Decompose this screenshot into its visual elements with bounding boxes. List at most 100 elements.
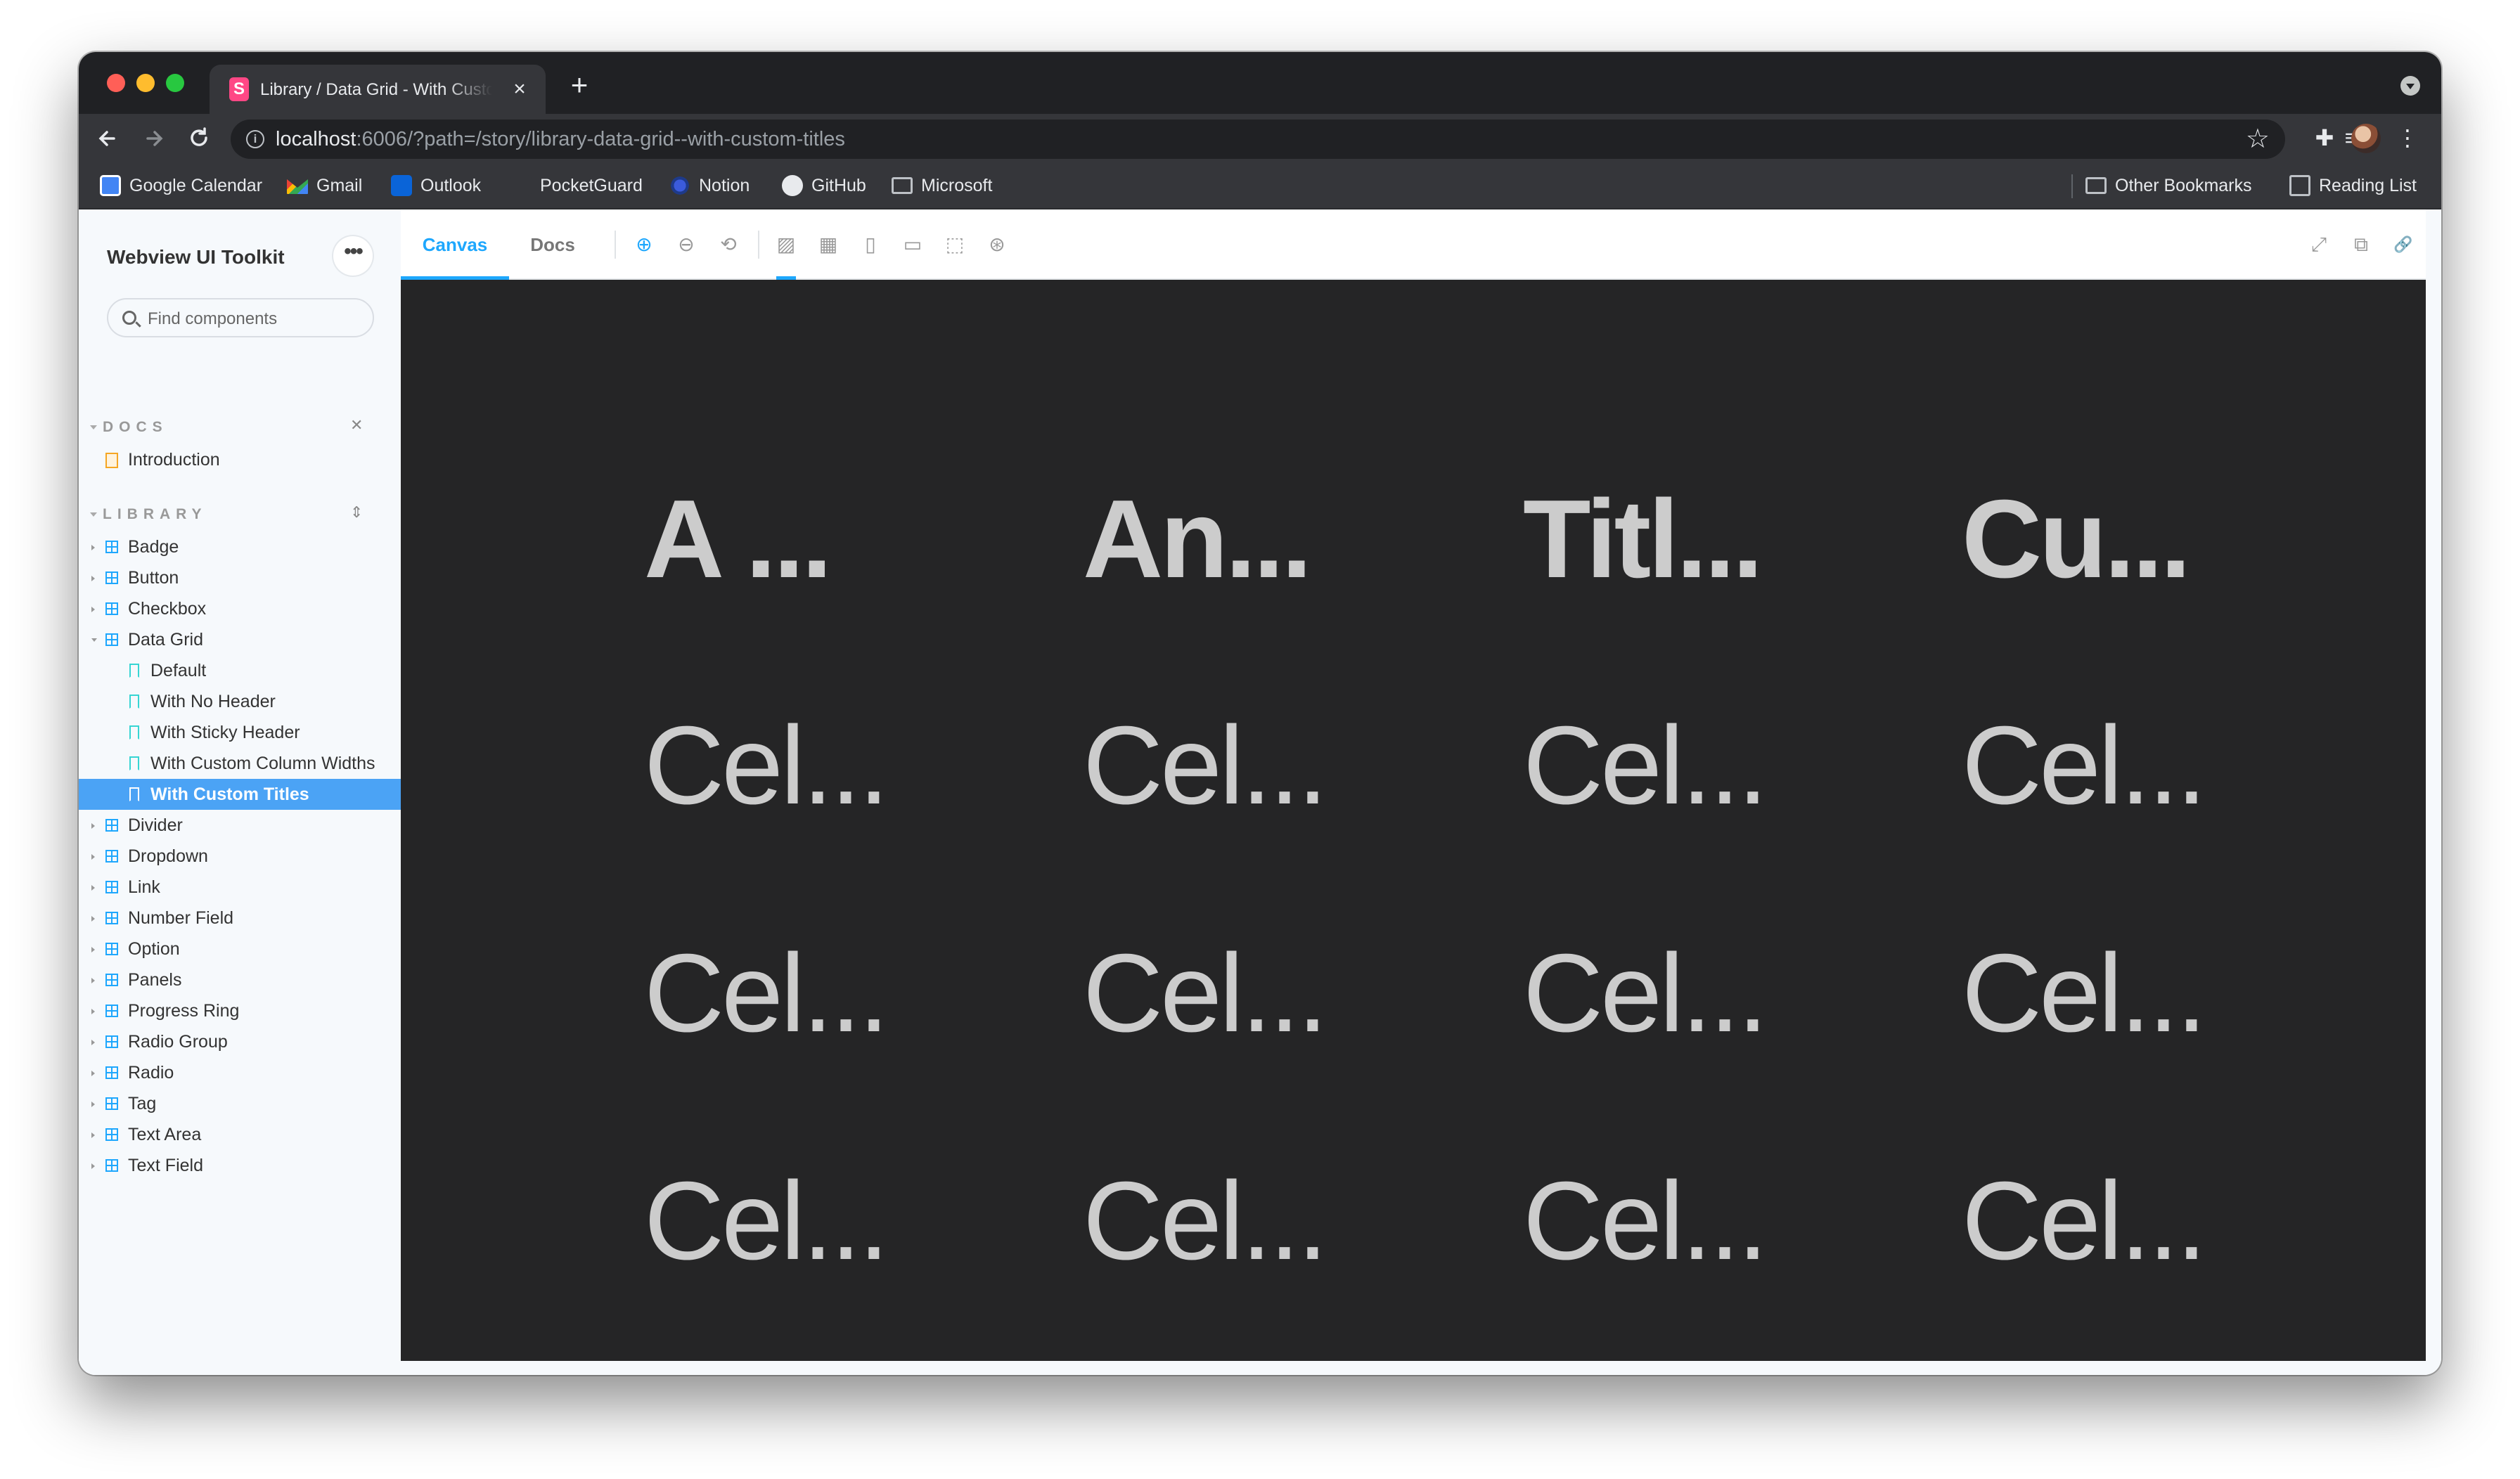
folder-icon <box>2085 177 2107 194</box>
sidebar-item-tag[interactable]: Tag <box>79 1088 401 1119</box>
fullscreen-icon[interactable]: ⤢ <box>2306 232 2332 257</box>
collapse-all-icon[interactable]: ✕ <box>350 416 363 434</box>
sidebar-item-progress-ring[interactable]: Progress Ring <box>79 995 401 1026</box>
grid-cell[interactable]: Cel... <box>644 938 889 1049</box>
grid-cell[interactable]: Cel... <box>644 710 889 821</box>
address-bar[interactable]: i localhost:6006/?path=/story/library-da… <box>231 120 2285 159</box>
browser-menu-icon[interactable]: ⋮ <box>2393 124 2422 152</box>
grid-cell[interactable]: Cel... <box>1962 710 2207 821</box>
tab-docs[interactable]: Docs <box>509 209 596 280</box>
other-bookmarks-folder[interactable]: Other Bookmarks <box>2085 173 2252 198</box>
column-header[interactable]: Titl... <box>1523 484 1763 595</box>
column-header[interactable]: A ... <box>644 484 832 595</box>
component-icon <box>105 1128 118 1141</box>
window-minimize-button[interactable] <box>136 74 155 92</box>
search-input[interactable]: Find components <box>107 298 374 337</box>
bookmark-github[interactable]: GitHub <box>782 173 866 198</box>
zoom-reset-icon[interactable]: ⟲ <box>716 232 741 257</box>
sidebar-story-with-sticky-header[interactable]: With Sticky Header <box>79 717 401 748</box>
bookmark-notion[interactable]: Notion <box>669 173 750 198</box>
accessibility-icon[interactable]: ⊛ <box>984 232 1010 257</box>
window-close-button[interactable] <box>107 74 125 92</box>
bookmark-outlook[interactable]: Outlook <box>391 173 481 198</box>
bookmark-microsoft-folder[interactable]: Microsoft <box>892 173 992 198</box>
sidebar-item-label: With Custom Titles <box>150 784 309 804</box>
background-icon[interactable]: ▨ <box>773 232 799 280</box>
caret-right-icon <box>91 823 95 829</box>
library-section-header[interactable]: LIBRARY <box>90 506 207 523</box>
bookmark-star-icon[interactable]: ☆ <box>2246 124 2270 155</box>
measure-icon[interactable]: ▭ <box>900 232 925 257</box>
expand-all-icon[interactable]: ⇕ <box>350 503 363 522</box>
tab-search-icon[interactable] <box>2400 76 2420 96</box>
browser-toolbar: i localhost:6006/?path=/story/library-da… <box>79 114 2441 163</box>
browser-tab[interactable]: S Library / Data Grid - With Custom Titl… <box>210 65 546 114</box>
outline-icon[interactable]: ⬚ <box>942 232 968 257</box>
sidebar-item-introduction[interactable]: Introduction <box>79 444 401 475</box>
grid-cell[interactable]: Cel... <box>1083 938 1328 1049</box>
grid-cell[interactable]: Cel... <box>1523 710 1768 821</box>
sidebar-item-button[interactable]: Button <box>79 562 401 593</box>
zoom-in-icon[interactable]: ⊕ <box>631 232 657 257</box>
url-text[interactable]: localhost:6006/?path=/story/library-data… <box>276 128 845 151</box>
site-info-icon[interactable]: i <box>246 130 264 148</box>
copy-link-icon[interactable]: 🔗 <box>2391 232 2416 257</box>
sidebar-item-option[interactable]: Option <box>79 934 401 964</box>
column-header[interactable]: Cu... <box>1962 484 2191 595</box>
viewport-icon[interactable]: ▯ <box>858 232 883 257</box>
grid-cell[interactable]: Cel... <box>1083 1165 1328 1277</box>
caret-right-icon <box>91 916 95 922</box>
sidebar-item-badge[interactable]: Badge <box>79 531 401 562</box>
sidebar-item-link[interactable]: Link <box>79 872 401 903</box>
sidebar-item-radio-group[interactable]: Radio Group <box>79 1026 401 1057</box>
grid-cell[interactable]: Cel... <box>644 1165 889 1277</box>
caret-right-icon <box>91 1163 95 1169</box>
sidebar-item-panels[interactable]: Panels <box>79 964 401 995</box>
grid-cell[interactable]: Cel... <box>1962 938 2207 1049</box>
sidebar-item-label: With Sticky Header <box>150 723 300 742</box>
sidebar-item-text-area[interactable]: Text Area <box>79 1119 401 1150</box>
reload-button[interactable] <box>183 122 215 155</box>
sidebar-story-default[interactable]: Default <box>79 655 401 686</box>
grid-icon[interactable]: ▦ <box>816 232 841 257</box>
sidebar-item-radio[interactable]: Radio <box>79 1057 401 1088</box>
tab-close-icon[interactable]: × <box>508 77 532 101</box>
component-icon <box>105 974 118 986</box>
sidebar-item-checkbox[interactable]: Checkbox <box>79 593 401 624</box>
sidebar-story-with-no-header[interactable]: With No Header <box>79 686 401 717</box>
sidebar-item-data-grid[interactable]: Data Grid <box>79 624 401 655</box>
tab-canvas[interactable]: Canvas <box>401 209 509 280</box>
component-icon <box>105 943 118 955</box>
google-calendar-icon <box>100 175 121 196</box>
sidebar-item-number-field[interactable]: Number Field <box>79 903 401 934</box>
storybook-brand[interactable]: Webview UI Toolkit <box>107 246 285 269</box>
new-tab-button[interactable]: + <box>567 70 592 100</box>
grid-cell[interactable]: Cel... <box>1962 1165 2207 1277</box>
sidebar-item-label: Default <box>150 661 207 680</box>
sidebar-item-dropdown[interactable]: Dropdown <box>79 841 401 872</box>
bookmark-pocketguard[interactable]: PocketGuard <box>510 173 643 198</box>
grid-cell[interactable]: Cel... <box>1523 1165 1768 1277</box>
docs-section-header[interactable]: DOCS <box>90 419 168 436</box>
open-new-tab-icon[interactable]: ⧉ <box>2348 232 2374 257</box>
column-header[interactable]: An... <box>1083 484 1312 595</box>
sidebar-story-with-custom-column-widths[interactable]: With Custom Column Widths <box>79 748 401 779</box>
bookmark-google-calendar[interactable]: Google Calendar <box>100 173 262 198</box>
zoom-out-icon[interactable]: ⊖ <box>674 232 699 257</box>
back-button[interactable] <box>91 122 124 155</box>
pocketguard-icon <box>510 175 532 196</box>
profile-avatar[interactable] <box>2351 124 2381 153</box>
sidebar-story-with-custom-titles[interactable]: With Custom Titles <box>79 779 401 810</box>
window-maximize-button[interactable] <box>166 74 184 92</box>
grid-cell[interactable]: Cel... <box>1083 710 1328 821</box>
sidebar-item-label: Badge <box>128 537 179 557</box>
sidebar-menu-button[interactable]: ••• <box>333 236 373 276</box>
forward-button[interactable] <box>138 122 170 155</box>
grid-cell[interactable]: Cel... <box>1523 938 1768 1049</box>
sidebar-item-divider[interactable]: Divider <box>79 810 401 841</box>
extensions-icon[interactable]: ✚ <box>2310 124 2339 152</box>
bookmark-gmail[interactable]: Gmail <box>287 173 362 198</box>
sidebar-item-text-field[interactable]: Text Field <box>79 1150 401 1181</box>
reading-list-button[interactable]: Reading List <box>2289 173 2417 198</box>
sidebar-item-label: Radio <box>128 1063 174 1083</box>
